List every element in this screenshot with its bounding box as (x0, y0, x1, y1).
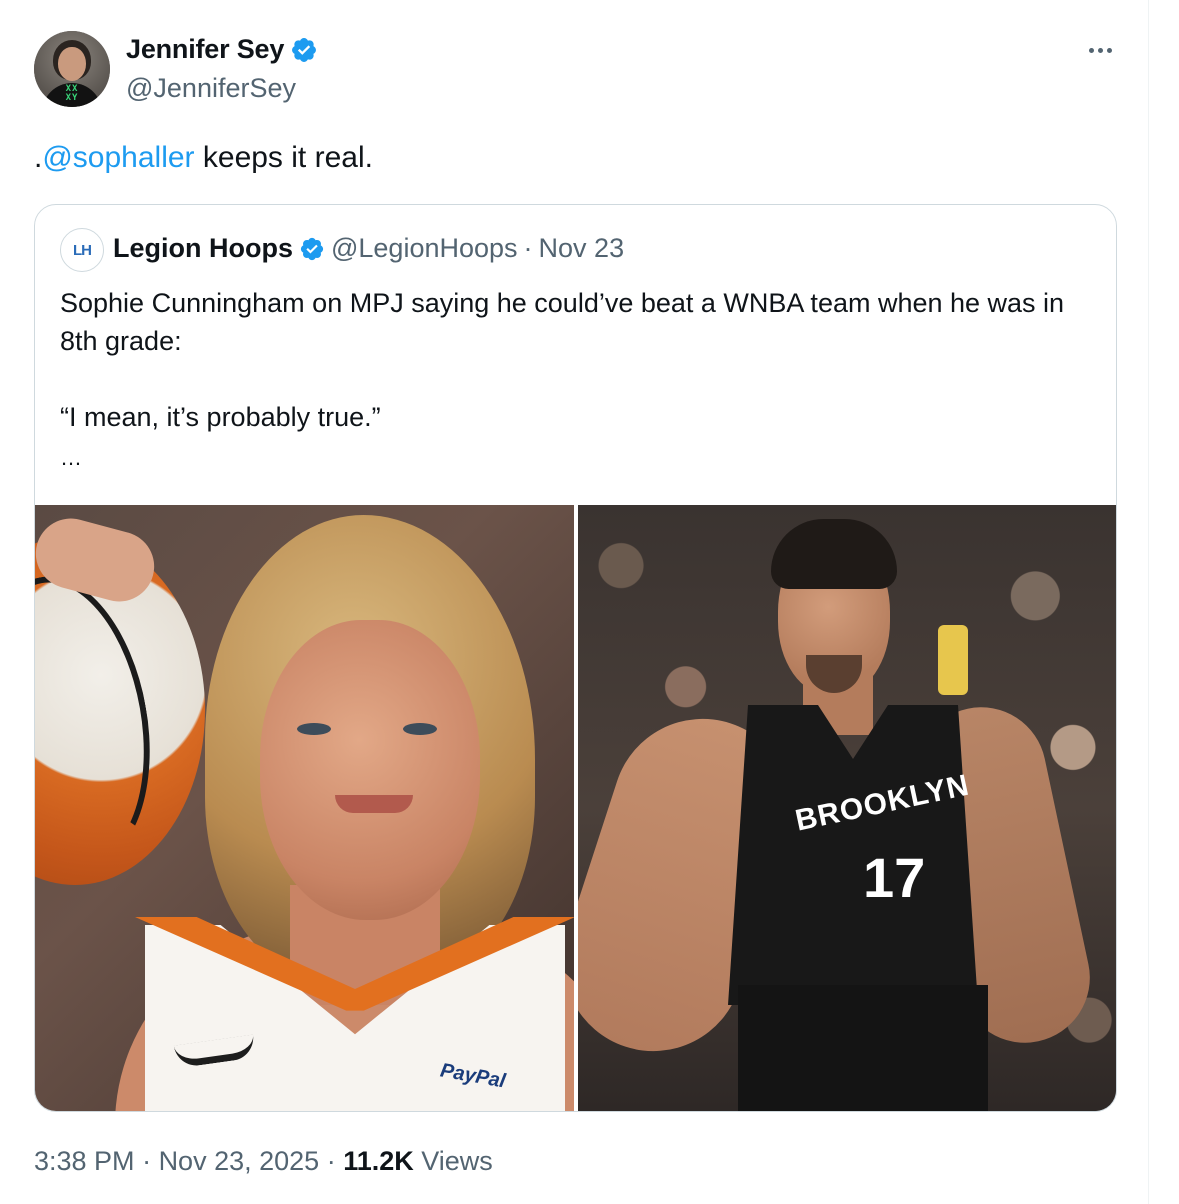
tweet-date[interactable]: Nov 23, 2025 (159, 1146, 320, 1176)
views-count: 11.2K (343, 1146, 414, 1176)
quoted-body: Sophie Cunningham on MPJ saying he could… (60, 284, 1100, 436)
jersey-number: 17 (863, 846, 926, 909)
left-eye (297, 723, 331, 735)
more-options-icon[interactable] (1082, 34, 1118, 66)
meta-separator-1: · (134, 1146, 159, 1176)
meta-separator-2: · (319, 1146, 344, 1176)
avatar-shirt-logo: XX XY (65, 84, 79, 103)
quoted-image-left[interactable]: PayPal (35, 505, 574, 1111)
quoted-handle[interactable]: @LegionHoops (331, 233, 518, 264)
views-label: Views (413, 1146, 493, 1176)
tweet-body: keeps it real. (194, 141, 373, 174)
tweet-text: .@sophaller keeps it real. (34, 140, 373, 176)
quoted-avatar-logo: LH (73, 241, 92, 259)
tweet-meta: 3:38 PM · Nov 23, 2025 · 11.2K Views (34, 1146, 493, 1177)
mention-link[interactable]: @sophaller (42, 141, 194, 174)
author-name-row: Jennifer Sey (126, 34, 318, 65)
quoted-ellipsis: … (60, 445, 82, 470)
quoted-header: Legion Hoops @LegionHoops · Nov 23 (113, 233, 624, 264)
author-display-name[interactable]: Jennifer Sey (126, 34, 284, 65)
quoted-image-right[interactable]: BROOKLYN 17 (578, 505, 1116, 1111)
mouth (335, 795, 413, 813)
crowd-sign (938, 625, 968, 695)
quoted-verified-badge-icon (300, 237, 324, 260)
face (260, 620, 480, 920)
author-avatar[interactable]: XX XY (34, 31, 110, 107)
right-eye (403, 723, 437, 735)
quoted-tweet-card[interactable]: LH Legion Hoops @LegionHoops · Nov 23 So… (34, 204, 1117, 1112)
tweet-time[interactable]: 3:38 PM (34, 1146, 135, 1176)
verified-badge-icon (292, 37, 317, 62)
column-divider (1148, 0, 1149, 1204)
quoted-display-name[interactable]: Legion Hoops (113, 233, 293, 264)
quoted-author-avatar[interactable]: LH (60, 228, 104, 272)
quoted-separator: · (523, 233, 533, 263)
quoted-body-line-1: Sophie Cunningham on MPJ saying he could… (60, 288, 1065, 356)
author-handle[interactable]: @JenniferSey (126, 73, 296, 104)
quoted-date[interactable]: Nov 23 (539, 233, 625, 264)
quoted-body-line-2: “I mean, it’s probably true.” (60, 402, 381, 432)
shorts (738, 985, 988, 1111)
